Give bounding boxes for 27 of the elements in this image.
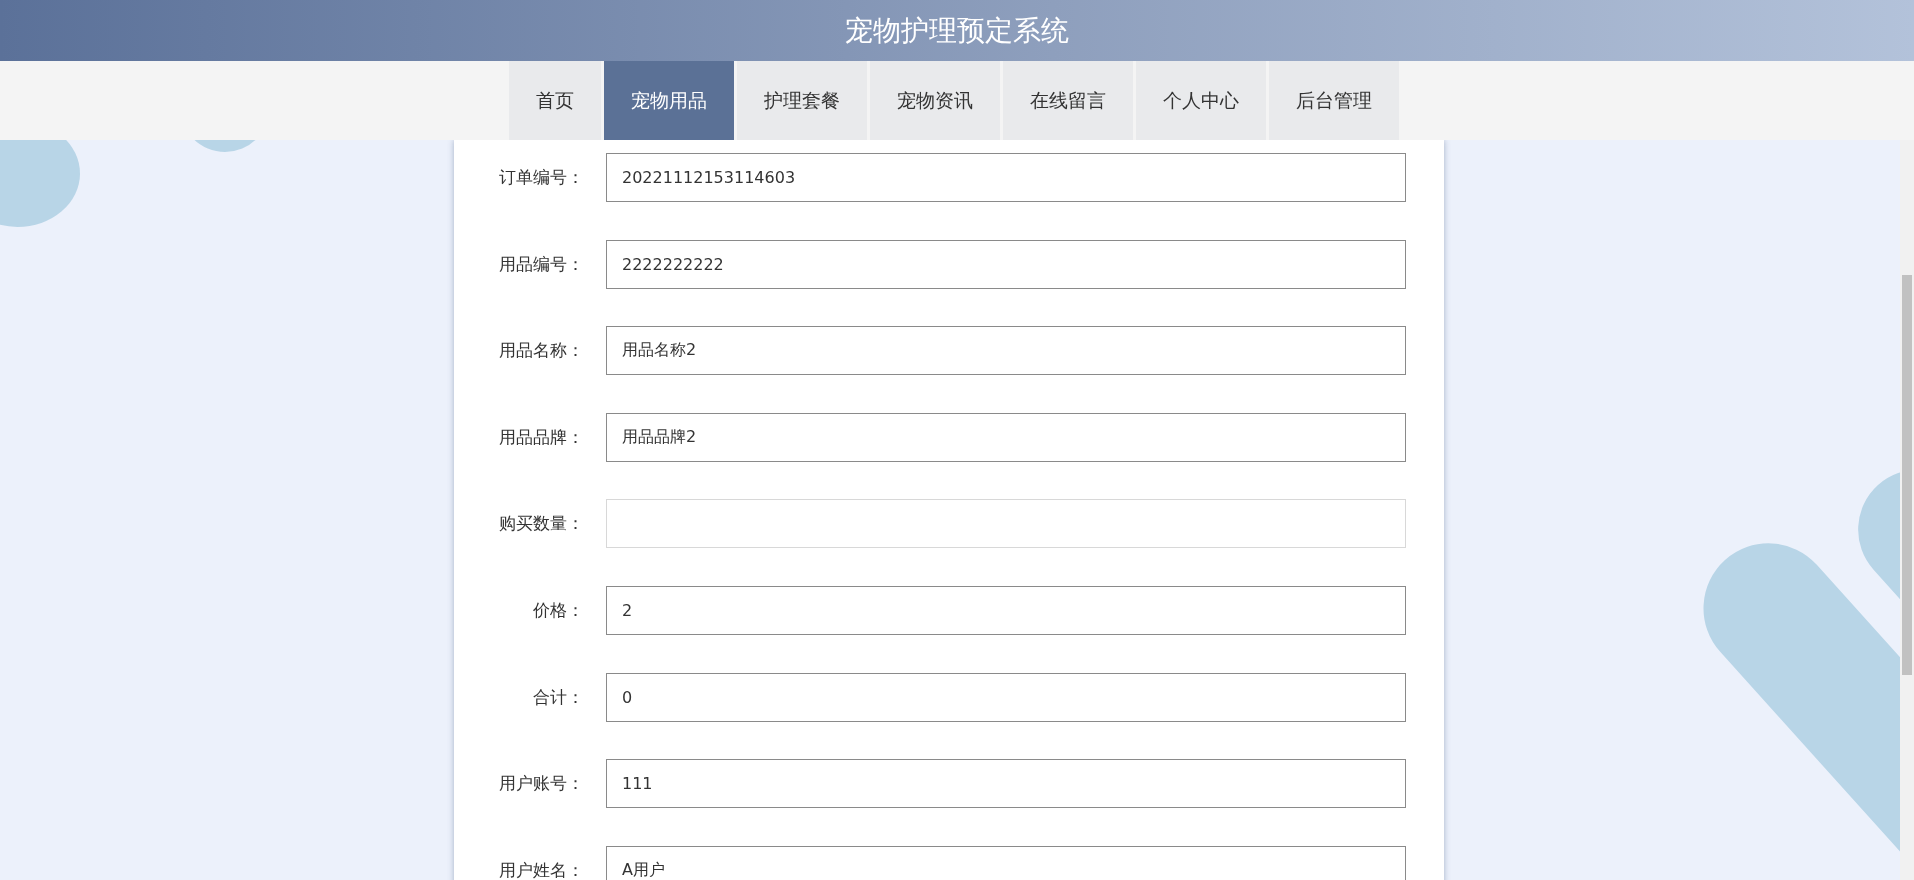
input-field[interactable]: 0 (606, 672, 1406, 722)
input-field[interactable]: 用品品牌2 (606, 412, 1406, 462)
field-label: 用品品牌： (498, 425, 584, 449)
nav-tab[interactable]: 宠物用品 (604, 61, 734, 140)
field-label: 购买数量： (498, 512, 584, 536)
input-field[interactable] (606, 499, 1406, 549)
field-label: 合计： (532, 685, 584, 709)
input-field[interactable]: 2222222222 (606, 239, 1406, 289)
nav-tab[interactable]: 护理套餐 (737, 61, 867, 140)
nav-tab[interactable]: 在线留言 (1003, 61, 1133, 140)
field-label: 用户姓名： (498, 858, 584, 880)
field-label: 价格： (532, 598, 584, 622)
scroll-bar[interactable] (1902, 275, 1912, 675)
nav-tab[interactable]: 首页 (509, 61, 601, 140)
input-field[interactable]: A用户 (606, 845, 1406, 880)
nav-tab[interactable]: 个人中心 (1136, 61, 1266, 140)
input-field[interactable]: 用品名称2 (606, 326, 1406, 376)
input-field[interactable]: 111 (606, 759, 1406, 809)
input-field[interactable]: 20221112153114603 (606, 153, 1406, 202)
field-label: 用户账号： (498, 772, 584, 796)
field-label: 用品名称： (498, 339, 584, 363)
field-label: 用品编号： (498, 252, 584, 276)
nav-tab[interactable]: 后台管理 (1269, 61, 1399, 140)
site-title: 宠物护理预定系统 (845, 12, 1069, 49)
input-field[interactable]: 2 (606, 585, 1406, 635)
nav-tab[interactable]: 宠物资讯 (870, 61, 1000, 140)
field-label: 订单编号： (498, 166, 584, 189)
